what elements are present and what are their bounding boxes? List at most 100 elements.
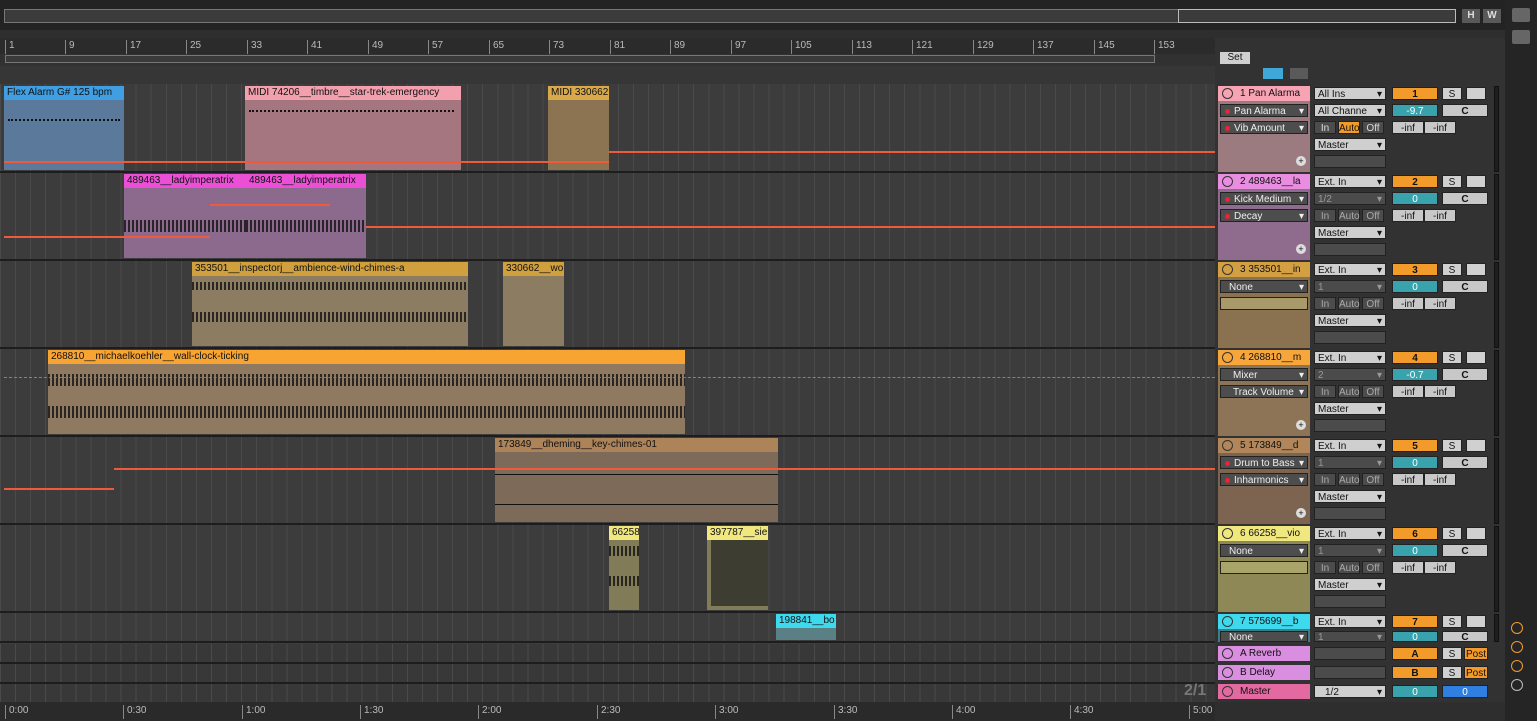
fold-icon[interactable] — [1222, 440, 1233, 451]
param-chooser[interactable]: Vib Amount ▾ — [1220, 121, 1308, 134]
clip-489463-a[interactable]: 489463__ladyimperatrix — [124, 174, 246, 258]
param-chooser-empty[interactable] — [1220, 297, 1308, 310]
track-title[interactable]: 2 489463__la — [1218, 174, 1310, 189]
track-title[interactable]: 4 268810__m — [1218, 350, 1310, 365]
param-chooser[interactable]: Track Volume ▾ — [1220, 385, 1308, 398]
volume-field[interactable]: 0 — [1392, 631, 1438, 643]
locator-bar[interactable] — [0, 66, 1215, 84]
output-chooser[interactable]: Master ▾ — [1314, 314, 1386, 327]
pan-field[interactable]: C — [1442, 280, 1488, 293]
monitor-in[interactable]: In — [1314, 297, 1336, 310]
input-channel[interactable]: 1 ▾ — [1314, 631, 1386, 642]
monitor-in[interactable]: In — [1314, 561, 1336, 574]
param-chooser[interactable]: Inharmonics ▾ — [1220, 473, 1308, 486]
arm-button[interactable] — [1466, 263, 1486, 276]
automation-line[interactable] — [4, 236, 210, 238]
clip-353501[interactable]: 353501__inspectorj__ambience-wind-chimes… — [192, 262, 468, 346]
solo-button[interactable]: S — [1442, 175, 1462, 188]
output-chooser[interactable]: Master ▾ — [1314, 578, 1386, 591]
lock-icon[interactable] — [1290, 68, 1308, 79]
fold-icon[interactable] — [1222, 648, 1233, 659]
param-chooser[interactable]: Decay ▾ — [1220, 209, 1308, 222]
automation-line[interactable] — [4, 161, 609, 163]
track-title[interactable]: 6 66258__vio — [1218, 526, 1310, 541]
output-sub[interactable] — [1314, 331, 1386, 344]
input-type[interactable]: All Ins ▾ — [1314, 87, 1386, 100]
input-channel[interactable]: All Channe ▾ — [1314, 104, 1386, 117]
solo-button[interactable]: S — [1442, 615, 1462, 628]
master-lane[interactable] — [0, 684, 1215, 702]
track-activator[interactable]: 6 — [1392, 527, 1438, 540]
output-sub[interactable] — [1314, 419, 1386, 432]
monitor-auto[interactable]: Auto — [1338, 121, 1360, 134]
clip-flex-alarm[interactable]: Flex Alarm G# 125 bpm — [4, 86, 124, 170]
fold-icon[interactable] — [1222, 264, 1233, 275]
device-chooser[interactable]: None ▾ — [1220, 544, 1308, 557]
output-chooser[interactable]: Master ▾ — [1314, 490, 1386, 503]
param-chooser-empty[interactable] — [1220, 561, 1308, 574]
monitor-off[interactable]: Off — [1362, 385, 1384, 398]
solo-button[interactable]: S — [1442, 439, 1462, 452]
mixer-indicator-icon[interactable] — [1511, 660, 1523, 672]
clip-330662-wo[interactable]: 330662__wo — [503, 262, 564, 346]
fold-icon[interactable] — [1222, 352, 1233, 363]
return-lane-b[interactable] — [0, 664, 1215, 682]
track-title[interactable]: 5 173849__d — [1218, 438, 1310, 453]
clip-489463-b[interactable]: 489463__ladyimperatrix — [246, 174, 366, 258]
cue-volume[interactable]: 0 — [1442, 685, 1488, 698]
input-type[interactable]: Ext. In ▾ — [1314, 615, 1386, 628]
loop-brace[interactable] — [5, 55, 1155, 63]
monitor-in[interactable]: In — [1314, 209, 1336, 222]
add-lane-icon[interactable]: + — [1296, 420, 1306, 430]
device-chooser[interactable]: Drum to Bass ▾ — [1220, 456, 1308, 469]
fold-icon[interactable] — [1222, 616, 1233, 627]
monitor-off[interactable]: Off — [1362, 297, 1384, 310]
add-lane-icon[interactable]: + — [1296, 156, 1306, 166]
solo-button[interactable]: S — [1442, 666, 1462, 679]
return-activator[interactable]: A — [1392, 647, 1438, 660]
automation-line[interactable] — [366, 226, 1215, 228]
arm-button[interactable] — [1466, 439, 1486, 452]
monitor-off[interactable]: Off — [1362, 561, 1384, 574]
monitor-in[interactable]: In — [1314, 473, 1336, 486]
volume-field[interactable]: 0 — [1392, 192, 1438, 205]
arm-button[interactable] — [1466, 175, 1486, 188]
output-chooser[interactable]: Master ▾ — [1314, 138, 1386, 151]
track-activator[interactable]: 1 — [1392, 87, 1438, 100]
automation-line[interactable] — [609, 151, 1215, 153]
device-chooser[interactable]: None ▾ — [1220, 631, 1308, 642]
h-button[interactable]: H — [1462, 9, 1480, 23]
clip-268810[interactable]: 268810__michaelkoehler__wall-clock-ticki… — [48, 350, 685, 434]
monitor-in[interactable]: In — [1314, 121, 1336, 134]
master-channel[interactable]: 1/2 ▾ — [1314, 685, 1386, 698]
clip-midi-330662[interactable]: MIDI 330662 — [548, 86, 609, 170]
pan-field[interactable]: C — [1442, 104, 1488, 117]
returns-indicator-icon[interactable] — [1511, 641, 1523, 653]
arm-button[interactable] — [1466, 527, 1486, 540]
arm-button[interactable] — [1466, 351, 1486, 364]
device-chooser[interactable]: Kick Medium ▾ — [1220, 192, 1308, 205]
track-activator[interactable]: 4 — [1392, 351, 1438, 364]
input-channel[interactable]: 1 ▾ — [1314, 456, 1386, 469]
solo-button[interactable]: S — [1442, 527, 1462, 540]
pan-field[interactable]: C — [1442, 631, 1488, 643]
pan-field[interactable]: C — [1442, 368, 1488, 381]
solo-button[interactable]: S — [1442, 647, 1462, 660]
monitor-auto[interactable]: Auto — [1338, 561, 1360, 574]
follow-icon[interactable] — [1263, 68, 1283, 79]
output-chooser[interactable]: Master ▾ — [1314, 402, 1386, 415]
output-sub[interactable] — [1314, 507, 1386, 520]
track-activator[interactable]: 2 — [1392, 175, 1438, 188]
clip-397787[interactable]: 397787__sie — [707, 526, 768, 610]
monitor-off[interactable]: Off — [1362, 209, 1384, 222]
track-lane-7[interactable] — [0, 613, 1215, 641]
device-chooser[interactable]: None ▾ — [1220, 280, 1308, 293]
io-indicator-icon[interactable] — [1511, 622, 1523, 634]
volume-field[interactable]: 0 — [1392, 544, 1438, 557]
input-type[interactable]: Ext. In ▾ — [1314, 175, 1386, 188]
fold-icon[interactable] — [1222, 667, 1233, 678]
return-track-b[interactable]: B Delay — [1218, 665, 1310, 680]
device-chooser[interactable]: Mixer ▾ — [1220, 368, 1308, 381]
input-channel[interactable]: 2 ▾ — [1314, 368, 1386, 381]
solo-button[interactable]: S — [1442, 351, 1462, 364]
